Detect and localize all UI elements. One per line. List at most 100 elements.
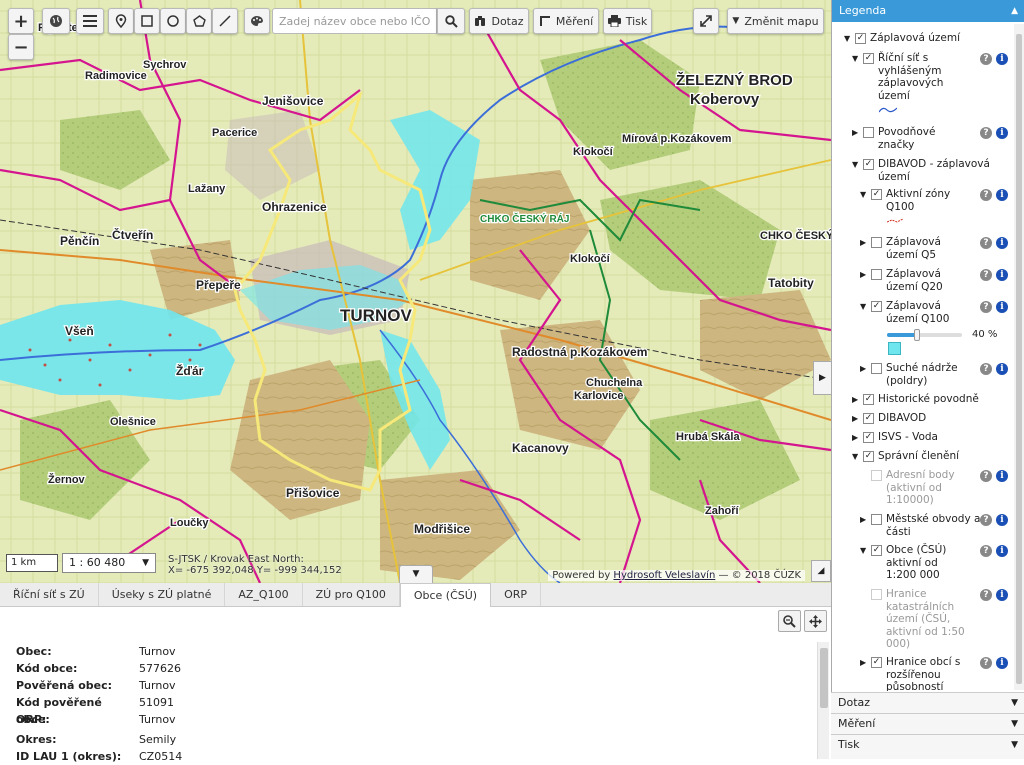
globe-button[interactable]	[42, 8, 70, 34]
draw-rectangle-button[interactable]	[134, 8, 160, 34]
panel-label: Tisk	[838, 738, 860, 751]
search-input[interactable]	[272, 8, 437, 34]
layer-checkbox[interactable]: ✓	[863, 451, 874, 462]
layer-checkbox[interactable]: ✓	[863, 413, 874, 424]
toggle-bottom-panel-button[interactable]: ▼	[399, 565, 433, 583]
legend-header[interactable]: Legenda ▲	[832, 0, 1024, 22]
draw-circle-button[interactable]	[160, 8, 186, 34]
attribute-row: Kód obce: 577626	[16, 660, 182, 677]
draw-point-button[interactable]	[108, 8, 134, 34]
attribute-row: ORP: Turnov	[16, 711, 182, 728]
change-map-button[interactable]: ▼ Změnit mapu	[727, 8, 824, 34]
opacity-slider[interactable]	[887, 329, 962, 341]
info-icon[interactable]: i	[996, 363, 1008, 375]
layer-checkbox[interactable]: ✓	[863, 394, 874, 405]
tab-5[interactable]: ORP	[491, 583, 542, 606]
help-icon[interactable]: ?	[980, 301, 992, 313]
help-icon[interactable]: ?	[980, 269, 992, 281]
layer-checkbox[interactable]	[871, 269, 882, 280]
info-scrollbar[interactable]	[817, 642, 829, 759]
info-icon[interactable]: i	[996, 545, 1008, 557]
layer-checkbox[interactable]	[871, 589, 882, 600]
zoom-to-feature-button[interactable]	[778, 610, 801, 632]
info-icon[interactable]: i	[996, 127, 1008, 139]
help-icon[interactable]: ?	[980, 514, 992, 526]
opacity-slider-handle[interactable]	[914, 329, 920, 341]
layer-checkbox[interactable]: ✓	[871, 301, 882, 312]
layer-checkbox[interactable]: ✓	[871, 189, 882, 200]
credit-link[interactable]: Hydrosoft Veleslavín	[613, 570, 715, 581]
caret-right-icon: ▶	[860, 364, 867, 373]
scrollbar-thumb[interactable]	[1016, 34, 1022, 684]
panel-mereni[interactable]: Měření ▼	[831, 713, 1024, 734]
rectangle-icon	[141, 15, 153, 27]
attribute-key: Obec:	[16, 645, 52, 658]
print-button[interactable]: Tisk	[603, 8, 652, 34]
draw-line-button[interactable]	[212, 8, 238, 34]
info-icon[interactable]: i	[996, 301, 1008, 313]
layer-label: ISVS - Voda	[878, 431, 938, 443]
help-icon[interactable]: ?	[980, 237, 992, 249]
circle-icon	[167, 15, 179, 27]
info-icon[interactable]: i	[996, 514, 1008, 526]
layer-checkbox[interactable]: ✓	[871, 545, 882, 556]
zoom-out-button[interactable]: −	[8, 34, 34, 60]
fullscreen-button[interactable]	[693, 8, 719, 34]
attribute-key: Kód obce:	[16, 662, 78, 675]
layer-checkbox[interactable]: ✓	[863, 53, 874, 64]
info-icon[interactable]: i	[996, 269, 1008, 281]
tab-0[interactable]: Říční síť s ZÚ	[0, 583, 99, 606]
tab-3[interactable]: ZÚ pro Q100	[303, 583, 400, 606]
scrollbar-thumb[interactable]	[820, 648, 828, 708]
scale-select[interactable]: 1 : 60 480 ▼	[62, 553, 156, 573]
help-icon[interactable]: ?	[980, 589, 992, 601]
tab-1[interactable]: Úseky s ZÚ platné	[99, 583, 226, 606]
tab-4[interactable]: Obce (ČSÚ)	[399, 583, 492, 608]
help-icon[interactable]: ?	[980, 127, 992, 139]
help-icon[interactable]: ?	[980, 657, 992, 669]
info-icon[interactable]: i	[996, 53, 1008, 65]
layer-checkbox[interactable]: ✓	[871, 657, 882, 668]
panel-dotaz[interactable]: Dotaz ▼	[831, 692, 1024, 713]
legend-scrollbar[interactable]	[1014, 24, 1024, 690]
layer-checkbox[interactable]: ✓	[863, 159, 874, 170]
zoom-out-label: −	[13, 36, 29, 58]
attribute-row: Pověřená obec: Turnov	[16, 677, 182, 694]
search-button[interactable]	[437, 8, 465, 34]
info-icon[interactable]: i	[996, 189, 1008, 201]
toggle-legend-button[interactable]: ▶	[813, 361, 831, 395]
zoom-in-button[interactable]: +	[8, 8, 34, 34]
help-icon[interactable]: ?	[980, 53, 992, 65]
draw-polygon-button[interactable]	[186, 8, 212, 34]
layer-checkbox[interactable]: ✓	[863, 432, 874, 443]
attribute-value: 51091	[139, 696, 174, 709]
binoculars-icon	[475, 16, 486, 26]
map-credit: Powered by Hydrosoft Veleslavín — © 2018…	[548, 570, 805, 581]
info-icon[interactable]: i	[996, 589, 1008, 601]
help-icon[interactable]: ?	[980, 189, 992, 201]
style-palette-button[interactable]	[244, 8, 270, 34]
place-label: Olešnice	[110, 416, 156, 428]
caret-down-icon: ▼	[852, 160, 859, 169]
help-icon[interactable]: ?	[980, 470, 992, 482]
layer-checkbox[interactable]	[871, 237, 882, 248]
layer-checkbox[interactable]	[871, 363, 882, 374]
query-button[interactable]: Dotaz	[469, 8, 529, 34]
corner-toggle-button[interactable]: ◢	[811, 560, 831, 582]
info-icon[interactable]: i	[996, 237, 1008, 249]
layer-checkbox[interactable]: ✓	[855, 33, 866, 44]
pan-to-feature-button[interactable]	[804, 610, 827, 632]
menu-button[interactable]	[76, 8, 104, 34]
layer-checkbox[interactable]	[863, 127, 874, 138]
map-canvas[interactable]: Jenišovice Pěnčín Čtveřín Ohrazenice Pac…	[0, 0, 831, 583]
tab-2[interactable]: AZ_Q100	[225, 583, 303, 606]
panel-tisk[interactable]: Tisk ▼	[831, 734, 1024, 759]
help-icon[interactable]: ?	[980, 363, 992, 375]
info-icon[interactable]: i	[996, 470, 1008, 482]
help-icon[interactable]: ?	[980, 545, 992, 557]
place-label: Pěnčín	[60, 234, 99, 248]
info-icon[interactable]: i	[996, 657, 1008, 669]
layer-checkbox[interactable]	[871, 514, 882, 525]
measure-button[interactable]: Měření	[533, 8, 599, 34]
layer-checkbox[interactable]	[871, 470, 882, 481]
